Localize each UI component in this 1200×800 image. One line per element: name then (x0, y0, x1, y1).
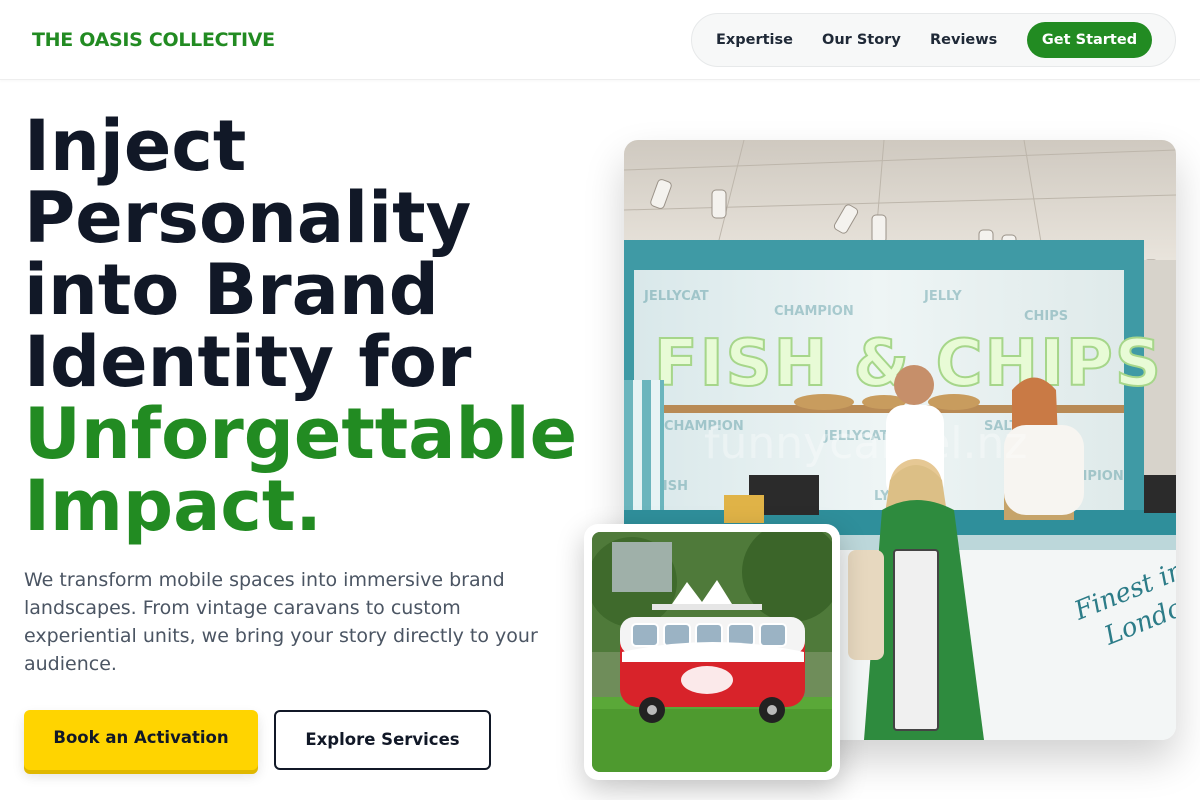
inset-image-frame (584, 524, 840, 780)
site-header: THE OASIS COLLECTIVE Expertise Our Story… (0, 0, 1200, 80)
headline-accent-line: Impact. (24, 465, 322, 547)
headline-accent-line: Unforgettable (24, 393, 578, 475)
svg-text:JELLY: JELLY (923, 289, 962, 304)
svg-text:CHAMPION: CHAMPION (774, 304, 854, 319)
explore-services-button[interactable]: Explore Services (274, 710, 491, 770)
hero-headline: Inject Personality into Brand Identity f… (24, 110, 604, 542)
headline-line: Inject (24, 105, 247, 187)
inset-campervan-image (592, 532, 832, 772)
nav-link-our-story[interactable]: Our Story (822, 32, 901, 48)
brand-logo[interactable]: THE OASIS COLLECTIVE (32, 29, 275, 51)
red-campervan-illustration (592, 532, 832, 772)
nav-link-expertise[interactable]: Expertise (716, 32, 793, 48)
headline-line: Personality (24, 177, 472, 259)
image-watermark: funnycamel.nz (704, 418, 1027, 469)
get-started-button[interactable]: Get Started (1027, 22, 1152, 58)
nav-link-reviews[interactable]: Reviews (930, 32, 997, 48)
svg-text:CHIPS: CHIPS (1024, 309, 1068, 324)
hero-description: We transform mobile spaces into immersiv… (24, 569, 538, 675)
svg-text:JELLYCAT: JELLYCAT (643, 289, 709, 304)
main-nav: Expertise Our Story Reviews Get Started (691, 13, 1176, 67)
headline-line: Identity for (24, 321, 472, 403)
book-activation-button[interactable]: Book an Activation (24, 710, 258, 770)
headline-line: into Brand (24, 249, 439, 331)
